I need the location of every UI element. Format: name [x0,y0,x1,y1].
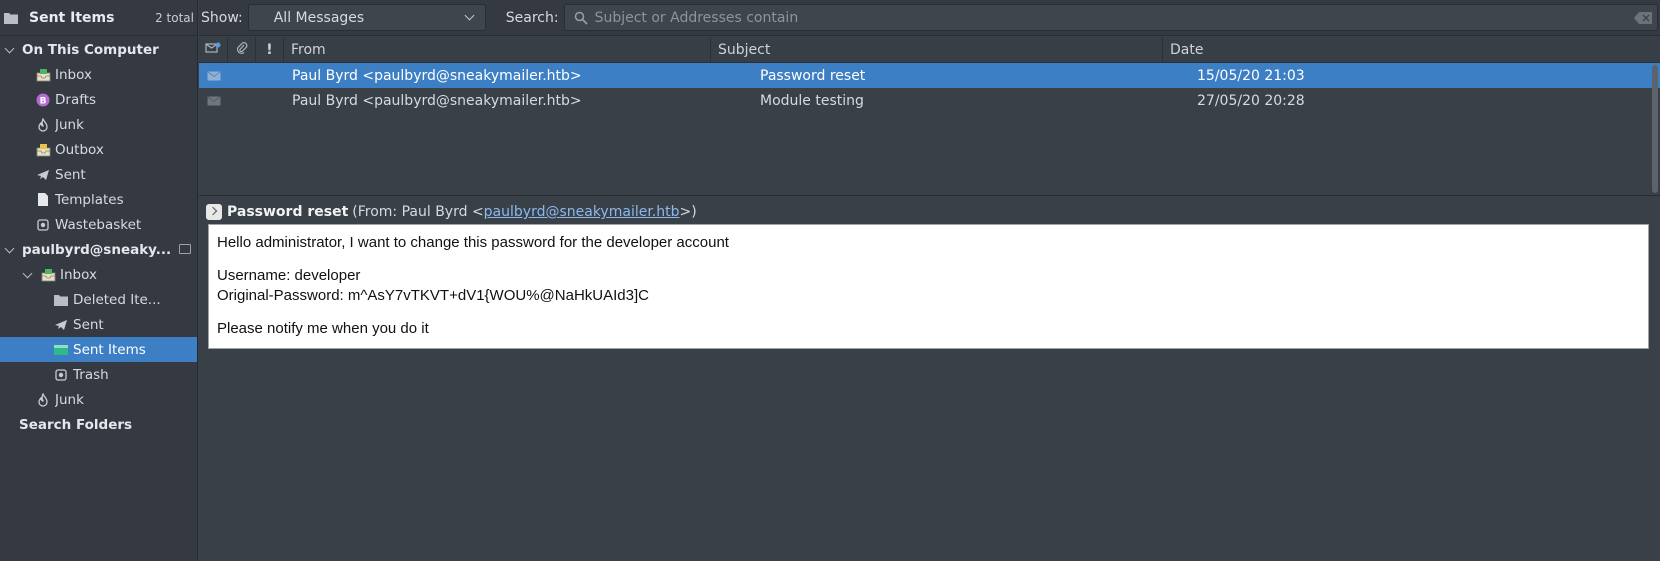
envelope-icon [199,70,229,81]
message-date: 27/05/20 20:28 [1197,92,1305,109]
inbox-icon [40,267,56,283]
chevron-down-icon[interactable] [4,244,16,256]
body-line: Please notify me when you do it [217,320,429,337]
paper-plane-icon [53,317,69,333]
current-folder-title: Sent Items [29,9,115,26]
sidebar-item-wastebasket[interactable]: Wastebasket [0,212,197,237]
message-body: Hello administrator, I want to change th… [208,224,1649,349]
trash-icon [53,367,69,383]
clear-search-icon[interactable] [1633,11,1653,25]
search-input[interactable] [594,9,1633,26]
preview-from-suffix: >) [679,204,697,220]
chevron-down-icon[interactable] [4,44,16,56]
group-on-this-computer[interactable]: On This Computer [0,37,197,62]
show-filter-value: All Messages [273,9,365,26]
svg-text:B: B [40,96,47,106]
trash-icon [35,217,51,233]
search-label: Search: [505,9,559,26]
show-filter-dropdown[interactable]: All Messages [247,4,486,31]
outbox-icon [35,142,51,158]
expand-headers-icon[interactable] [206,204,222,220]
folder-icon [53,292,69,308]
sidebar-item-trash[interactable]: Trash [0,362,197,387]
table-row[interactable]: Paul Byrd <paulbyrd@sneakymailer.htb> Mo… [199,88,1660,113]
sidebar-item-outbox[interactable]: Outbox [0,137,197,162]
column-priority[interactable]: ! [256,36,284,63]
sidebar-item-sent[interactable]: Sent [0,162,197,187]
paperclip-icon [236,41,248,59]
table-row[interactable]: Paul Byrd <paulbyrd@sneakymailer.htb> Pa… [199,63,1660,88]
body-line: Hello administrator, I want to change th… [217,234,729,251]
sidebar-item-deleted-items[interactable]: Deleted Ite... [0,287,197,312]
column-subject[interactable]: Subject [711,36,1163,63]
flame-icon [35,117,51,133]
body-line: Username: developer [217,267,361,284]
message-list: ! From Subject Date Paul Byrd <paulbyrd@… [199,36,1660,196]
message-count: 2 total [155,10,194,25]
column-attachment[interactable] [228,36,256,63]
search-icon [573,10,589,26]
chevron-down-icon[interactable] [22,269,34,281]
sender-email-link[interactable]: paulbyrd@sneakymailer.htb [484,204,680,220]
column-from[interactable]: From [284,36,711,63]
document-icon [35,192,51,208]
message-subject: Password reset [760,67,866,84]
sidebar-item-templates[interactable]: Templates [0,187,197,212]
message-from: Paul Byrd <paulbyrd@sneakymailer.htb> [292,92,582,109]
column-date[interactable]: Date [1163,37,1660,63]
group-search-folders[interactable]: Search Folders [0,412,197,437]
flame-icon [35,392,51,408]
sidebar-item-sent-items[interactable]: Sent Items [0,337,197,362]
chevron-down-icon [464,10,475,21]
sidebar-item-inbox[interactable]: Inbox [0,62,197,87]
folder-sidebar: Sent Items 2 total On This Computer Inbo… [0,0,198,561]
paper-plane-icon [35,167,51,183]
search-box[interactable] [563,4,1658,31]
column-status[interactable] [199,36,228,63]
sidebar-item-drafts[interactable]: B Drafts [0,87,197,112]
sidebar-item-account-inbox[interactable]: Inbox [0,262,197,287]
sent-items-folder-icon [53,342,69,358]
inbox-icon [35,67,51,83]
drafts-icon: B [35,92,51,108]
sidebar-item-junk[interactable]: Junk [0,112,197,137]
list-scrollbar[interactable] [1652,65,1658,193]
preview-from-prefix: (From: Paul Byrd < [352,204,484,220]
folder-header: Sent Items 2 total [0,0,197,36]
message-from: Paul Byrd <paulbyrd@sneakymailer.htb> [292,67,582,84]
folder-icon [3,10,19,26]
sidebar-item-account-junk[interactable]: Junk [0,387,197,412]
message-list-header: ! From Subject Date [199,36,1660,63]
filter-toolbar: Show: All Messages Search: [199,0,1660,36]
message-subject: Module testing [760,92,864,109]
show-label: Show: [201,9,243,26]
message-date: 15/05/20 21:03 [1197,67,1305,84]
status-icon [205,42,221,58]
account-status-icon [179,244,191,254]
group-account[interactable]: paulbyrd@sneaky... [0,237,197,262]
preview-header: Password reset (From: Paul Byrd < paulbyr… [206,202,697,222]
body-line: Original-Password: m^AsY7vTKVT+dV1{WOU%@… [217,287,649,304]
preview-subject: Password reset [227,204,349,220]
envelope-icon [199,95,229,106]
sidebar-item-account-sent[interactable]: Sent [0,312,197,337]
